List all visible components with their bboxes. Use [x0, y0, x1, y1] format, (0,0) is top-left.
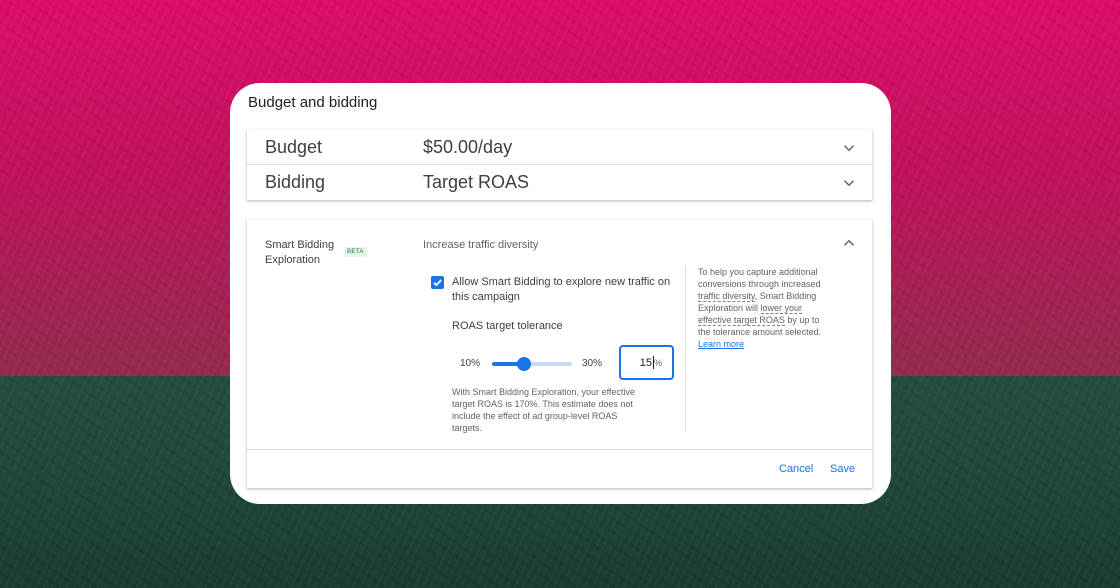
help-term: traffic diversity: [698, 291, 755, 302]
bidding-row[interactable]: Bidding Target ROAS: [247, 165, 872, 200]
exploration-label-line: Exploration: [265, 254, 321, 266]
beta-badge: BETA: [344, 247, 367, 257]
help-line: To help you capture additional: [698, 267, 818, 277]
bidding-label: Bidding: [265, 172, 326, 192]
allow-exploration-label: Allow Smart Bidding to explore new traff…: [452, 275, 682, 305]
chevron-down-icon[interactable]: [840, 174, 858, 192]
help-term: effective target ROAS: [698, 315, 785, 326]
checkmark-icon: [433, 279, 442, 287]
help-term: lower your: [760, 303, 803, 314]
exploration-label: Smart Bidding Exploration: [265, 238, 334, 268]
slider-max-label: 30%: [582, 358, 603, 369]
slider-thumb[interactable]: [517, 357, 531, 371]
estimate-line: include the effect of ad group-level ROA…: [452, 411, 618, 421]
budget-value: $50.00/day: [423, 137, 513, 157]
allow-exploration-checkbox[interactable]: [431, 276, 444, 289]
estimate-note: With Smart Bidding Exploration, your eff…: [452, 386, 652, 434]
exploration-panel: Smart Bidding Exploration BETA Increase …: [247, 220, 872, 488]
percent-suffix: %: [653, 358, 662, 368]
allow-label-line: this campaign: [452, 291, 520, 303]
tolerance-percent-input[interactable]: 15 %: [619, 345, 674, 380]
bidding-value: Target ROAS: [423, 172, 530, 192]
budget-label: Budget: [265, 137, 323, 157]
allow-label-line: Allow Smart Bidding to explore new traff…: [452, 276, 671, 288]
help-line: conversions through increased: [698, 279, 821, 289]
roas-tolerance-title: ROAS target tolerance: [452, 320, 563, 332]
help-line: effective target ROAS by up to: [698, 314, 838, 326]
vertical-divider: [685, 266, 686, 432]
footer-divider: [247, 449, 872, 450]
card-title: Budget and bidding: [248, 94, 378, 111]
help-text: To help you capture additional conversio…: [698, 266, 838, 350]
help-line: Exploration will lower your: [698, 302, 838, 314]
slider-min-label: 10%: [460, 358, 481, 369]
help-text-fragment: , Smart Bidding: [754, 291, 817, 301]
tolerance-input-value: 15: [639, 357, 652, 369]
chevron-down-icon[interactable]: [840, 139, 858, 157]
budget-row[interactable]: Budget $50.00/day: [247, 130, 872, 165]
budget-bidding-card: Budget and bidding Budget $50.00/day Bid…: [230, 83, 891, 504]
save-button[interactable]: Save: [830, 463, 855, 475]
budget-bidding-panel: Budget $50.00/day Bidding Target ROAS: [247, 130, 872, 200]
exploration-subtitle: Increase traffic diversity: [423, 239, 539, 251]
roas-tolerance-slider[interactable]: [492, 357, 572, 371]
estimate-line: targets.: [452, 423, 483, 433]
cancel-button[interactable]: Cancel: [779, 463, 813, 475]
estimate-line: With Smart Bidding Exploration, your eff…: [452, 387, 635, 397]
estimate-line: target ROAS is 170%. This estimate does …: [452, 399, 633, 409]
help-line: traffic diversity, Smart Bidding: [698, 290, 838, 302]
help-text-fragment: by up to: [784, 315, 820, 325]
chevron-up-icon[interactable]: [840, 234, 858, 252]
help-text-fragment: Exploration will: [698, 303, 761, 313]
help-line: the tolerance amount selected.: [698, 327, 822, 337]
learn-more-link[interactable]: Learn more: [698, 338, 838, 350]
exploration-label-line: Smart Bidding: [265, 239, 335, 251]
